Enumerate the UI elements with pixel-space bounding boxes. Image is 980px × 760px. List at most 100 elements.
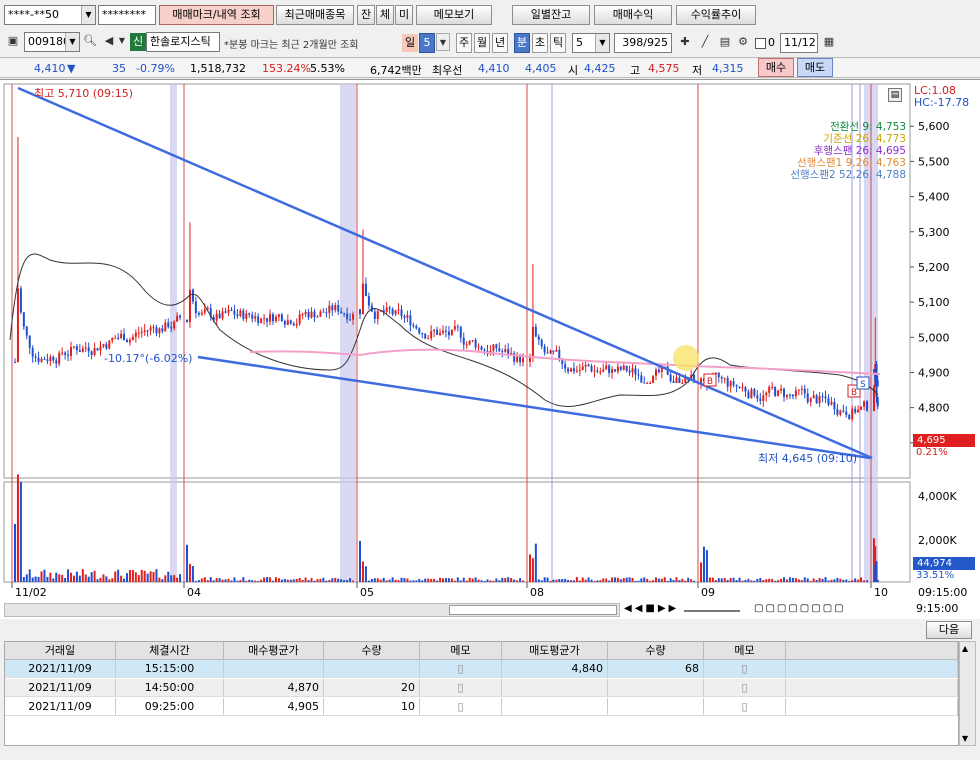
table-cell — [786, 679, 958, 697]
col-header-sell-avg[interactable]: 매도평균가 — [502, 642, 608, 660]
volume-bar — [587, 577, 590, 582]
memo-cell[interactable]: ▯ — [704, 660, 786, 678]
scrollbar-thumb[interactable] — [449, 605, 617, 615]
zoom-slider[interactable] — [684, 610, 740, 612]
high-annotation: 최고 5,710 (09:15) — [34, 87, 133, 100]
trade-marks-button[interactable]: 매매마크/내역 조회 — [159, 5, 274, 25]
chevron-up-icon[interactable]: ▲ — [962, 644, 968, 653]
candle-body — [310, 311, 313, 318]
memo-icon[interactable]: ▯ — [741, 700, 747, 713]
chevron-down-icon[interactable]: ▼ — [65, 33, 79, 51]
memo-cell[interactable]: ▯ — [420, 660, 502, 678]
volume-bar — [242, 577, 245, 582]
unfilled-button[interactable]: 미 — [395, 5, 413, 25]
memo-cell[interactable]: ▯ — [704, 679, 786, 697]
scroll-controls-icon[interactable]: ◀◀■▶▶ — [624, 603, 679, 614]
tab-week[interactable]: 주 — [456, 33, 472, 53]
date-input[interactable]: 11/12 — [780, 33, 818, 53]
memo-cell[interactable]: ▯ — [420, 698, 502, 716]
volume-bar — [529, 554, 531, 582]
fill-button[interactable]: 체 — [376, 5, 394, 25]
chart-panel[interactable]: B B S 최고 5,710 (09:15) 최저 4,645 (09:10) … — [0, 79, 980, 619]
save-icon[interactable]: ▤ — [716, 33, 734, 51]
col-header-time[interactable]: 체결시간 — [116, 642, 224, 660]
candle-body — [678, 377, 681, 384]
sell-button[interactable]: 매도 — [797, 58, 833, 77]
memo-icon[interactable]: ▯ — [741, 662, 747, 675]
volume-pane — [3, 481, 911, 583]
volume-bar — [608, 580, 611, 582]
daily-balance-button[interactable]: 일별잔고 — [512, 5, 590, 25]
candle-body — [248, 313, 251, 315]
memo-view-button[interactable]: 메모보기 — [416, 5, 492, 25]
volume-bar — [158, 577, 161, 582]
volume-bar — [359, 540, 361, 582]
calendar-icon[interactable]: ▦ — [820, 33, 838, 51]
zoom-tools-icon[interactable]: ▢▢▢▢▢▢▢▢ — [754, 603, 846, 614]
stock-code-input[interactable]: 009180 ▼ — [24, 32, 80, 52]
memo-cell[interactable]: ▯ — [420, 679, 502, 697]
tab-month[interactable]: 월 — [474, 33, 490, 53]
account-select[interactable]: ****-**50 ▼ — [4, 5, 96, 25]
chart-settings-icon[interactable]: ▣ — [4, 32, 22, 50]
col-header-buy-avg[interactable]: 매수평균가 — [224, 642, 324, 660]
search-icon[interactable]: 🔍︎ — [81, 32, 99, 50]
return-trend-button[interactable]: 수익률추이 — [676, 5, 756, 25]
candle-body — [143, 330, 146, 332]
password-field[interactable]: ******** — [98, 5, 156, 25]
memo-cell[interactable]: ▯ — [704, 698, 786, 716]
trade-profit-button[interactable]: 매매수익 — [594, 5, 672, 25]
volume-bar — [233, 577, 236, 582]
col-header-date[interactable]: 거래일 — [5, 642, 116, 660]
interval-select[interactable]: 5 ▼ — [572, 33, 610, 53]
candle-body — [531, 326, 534, 357]
tab-tick[interactable]: 틱 — [550, 33, 566, 53]
chevron-down-icon[interactable]: ▼ — [595, 34, 609, 52]
candle-body — [81, 348, 84, 352]
volume-bar — [418, 579, 421, 582]
tab-year[interactable]: 년 — [492, 33, 508, 53]
col-header-memo2[interactable]: 메모 — [704, 642, 786, 660]
date-checkbox[interactable] — [755, 38, 766, 49]
tab-minute[interactable]: 분 — [514, 33, 530, 53]
chevron-down-icon[interactable]: ▼ — [436, 33, 450, 51]
chart-scrollbar[interactable] — [4, 603, 620, 617]
gear-icon[interactable]: ⚙︎ — [734, 33, 752, 51]
volume-bar — [271, 580, 274, 582]
memo-icon[interactable]: ▯ — [457, 662, 463, 675]
next-button[interactable]: 다음 — [926, 621, 972, 639]
memo-icon[interactable]: ▯ — [741, 681, 747, 694]
chevron-down-icon[interactable]: ▼ — [962, 734, 968, 743]
col-header-sell-qty[interactable]: 수량 — [608, 642, 704, 660]
table-scrollbar[interactable]: ▲ ▼ — [959, 641, 976, 746]
candle-body — [397, 309, 400, 311]
chevron-down-icon[interactable]: ▼ — [116, 32, 128, 50]
candle-body — [540, 339, 543, 347]
balance-button[interactable]: 잔 — [357, 5, 375, 25]
chart-menu-icon[interactable]: ▤ — [888, 88, 902, 102]
volume-bar — [564, 578, 567, 582]
candle-body — [625, 365, 628, 371]
stock-name-field[interactable]: 한솔로지스틱 — [146, 32, 220, 52]
volume-bar — [842, 579, 845, 582]
period-value[interactable]: 5 — [419, 33, 435, 53]
memo-icon[interactable]: ▯ — [457, 700, 463, 713]
buy-marker: B — [851, 388, 857, 398]
bar-count-field[interactable]: 398/925 — [614, 33, 672, 53]
memo-icon[interactable]: ▯ — [457, 681, 463, 694]
candle-body — [301, 314, 304, 316]
buy-button[interactable]: 매수 — [758, 58, 794, 77]
col-header-buy-qty[interactable]: 수량 — [324, 642, 420, 660]
draw-tool-icon[interactable]: ╱ — [696, 33, 714, 51]
candle-body — [672, 381, 675, 383]
col-header-memo[interactable]: 메모 — [420, 642, 502, 660]
candle-body — [783, 388, 786, 397]
chevron-down-icon[interactable]: ▼ — [81, 6, 95, 24]
indicator-icon[interactable]: ✚ — [676, 33, 694, 51]
candle-body — [158, 328, 161, 334]
recent-trades-button[interactable]: 최근매매종목 — [276, 5, 354, 25]
volume-bar — [22, 576, 25, 582]
price-chart[interactable]: B B S 최고 5,710 (09:15) 최저 4,645 (09:10) … — [0, 80, 980, 620]
volume-bar — [570, 580, 573, 582]
tab-second[interactable]: 초 — [532, 33, 548, 53]
